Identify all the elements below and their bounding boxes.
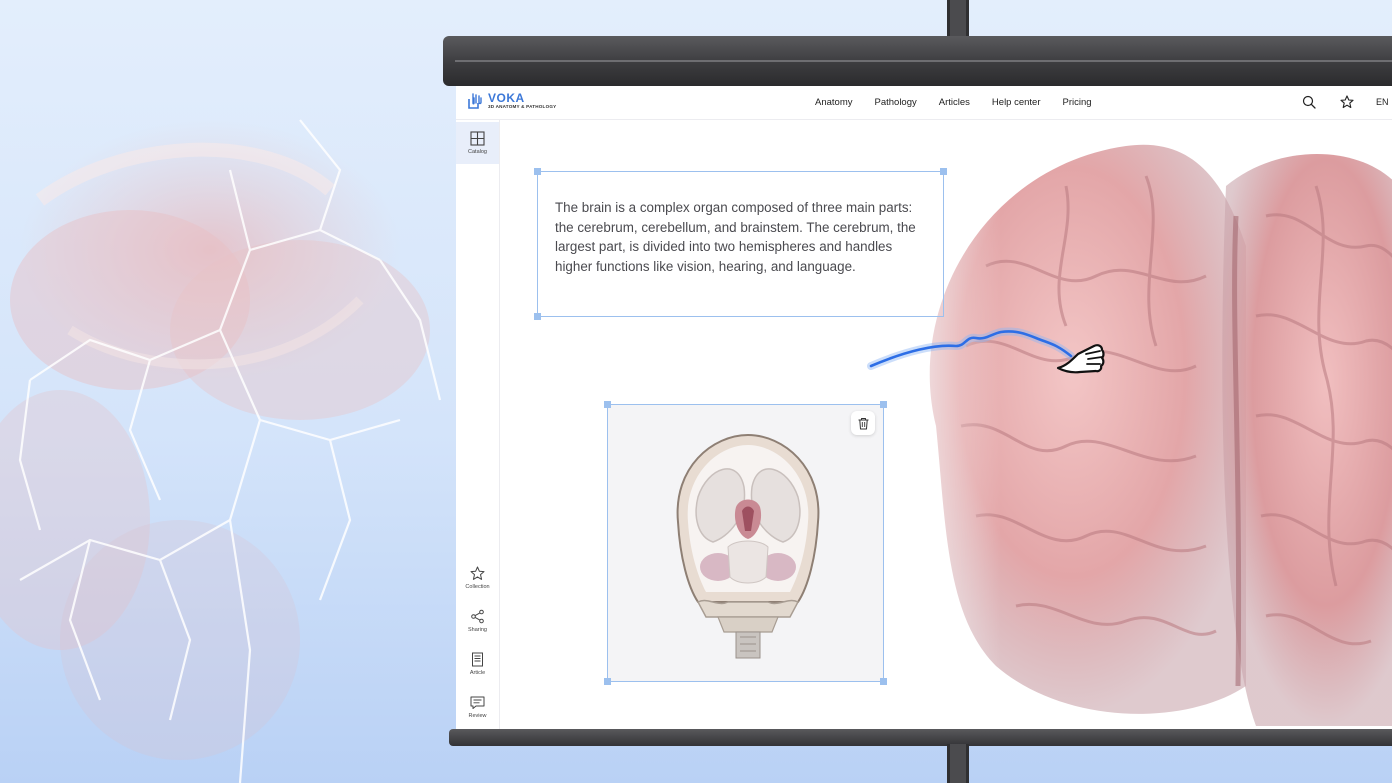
grid-icon <box>470 131 485 146</box>
star-icon <box>470 566 485 580</box>
sidebar-item-catalog[interactable]: Catalog <box>456 122 499 164</box>
image-block[interactable] <box>604 401 887 685</box>
projector-pole-top <box>947 0 969 40</box>
resize-handle-top-right[interactable] <box>940 168 947 175</box>
delete-image-button[interactable] <box>851 411 875 435</box>
text-block-content: The brain is a complex organ composed of… <box>555 200 916 274</box>
projector-pole-bottom <box>947 744 969 783</box>
projector-roller-bottom <box>449 729 1392 746</box>
sidebar-label-sharing: Sharing <box>468 627 487 633</box>
brand-name: VOKA <box>488 91 525 106</box>
main-nav: Anatomy Pathology Articles Help center P… <box>815 97 1092 108</box>
resize-handle-top-left[interactable] <box>534 168 541 175</box>
resize-handle-top-right[interactable] <box>880 401 887 408</box>
nav-pathology[interactable]: Pathology <box>875 97 917 108</box>
nav-articles[interactable]: Articles <box>939 97 970 108</box>
share-icon <box>471 609 484 624</box>
sidebar-item-collection[interactable]: Collection <box>456 557 499 599</box>
resize-handle-bottom-left[interactable] <box>604 678 611 685</box>
head-cross-section-image <box>676 433 820 659</box>
sidebar-label-article: Article <box>469 670 486 676</box>
app-header: VOKA 3D ANATOMY & PATHOLOGY Anatomy Path… <box>456 86 1392 120</box>
sidebar-item-sharing[interactable]: Sharing <box>456 600 499 642</box>
brain-3d-model[interactable] <box>866 126 1392 726</box>
resize-handle-bottom-left[interactable] <box>534 313 541 320</box>
text-block[interactable]: The brain is a complex organ composed of… <box>534 168 947 320</box>
nav-help-center[interactable]: Help center <box>992 97 1041 108</box>
pointer-hand-icon <box>1056 344 1105 374</box>
voka-logo-icon <box>468 93 482 109</box>
sidebar-item-article[interactable]: Article <box>456 643 499 685</box>
sidebar-label-catalog: Catalog <box>468 149 487 155</box>
nav-pricing[interactable]: Pricing <box>1063 97 1092 108</box>
resize-handle-top-left[interactable] <box>604 401 611 408</box>
app-screen: VOKA 3D ANATOMY & PATHOLOGY Anatomy Path… <box>456 86 1392 729</box>
projector-roller-top <box>443 36 1392 86</box>
language-switcher[interactable]: EN <box>1376 97 1389 107</box>
sidebar: Catalog Collection Sharing Article Revie… <box>456 120 500 729</box>
trash-icon <box>858 417 868 429</box>
background-anatomy-illustration <box>0 119 442 783</box>
sidebar-item-review[interactable]: Review <box>456 686 499 728</box>
nav-anatomy[interactable]: Anatomy <box>815 97 853 108</box>
resize-handle-bottom-right[interactable] <box>880 678 887 685</box>
star-icon[interactable] <box>1340 95 1354 109</box>
brand-tagline: 3D ANATOMY & PATHOLOGY <box>488 104 557 110</box>
comment-icon <box>470 696 485 709</box>
voka-logo[interactable]: VOKA 3D ANATOMY & PATHOLOGY <box>466 92 556 110</box>
document-icon <box>472 652 483 667</box>
sidebar-label-review: Review <box>468 713 487 719</box>
sidebar-label-collection: Collection <box>465 584 490 590</box>
search-icon[interactable] <box>1302 95 1316 109</box>
